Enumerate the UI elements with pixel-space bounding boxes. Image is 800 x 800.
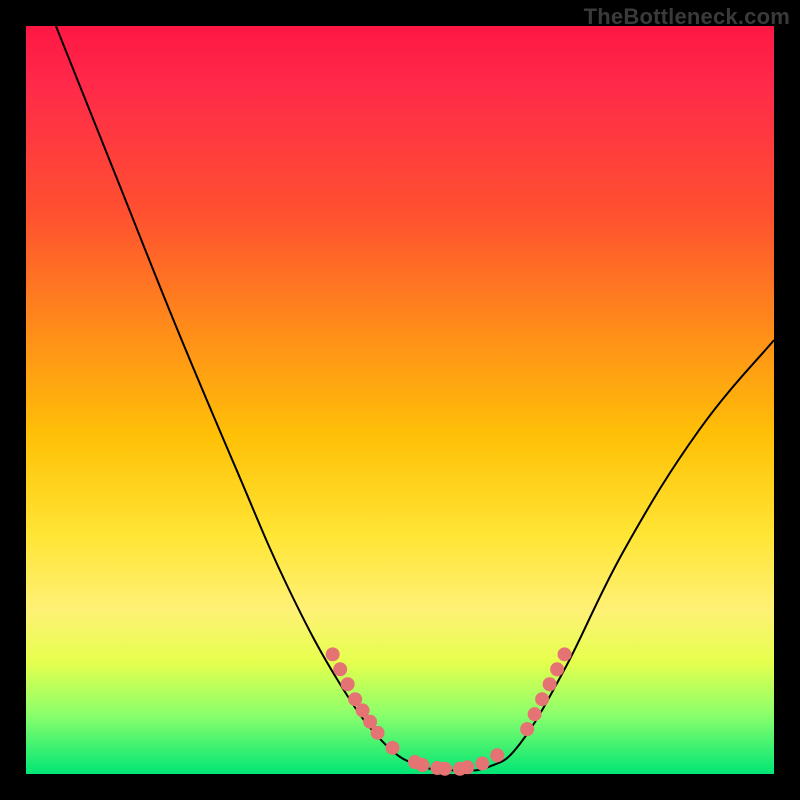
highlight-dot bbox=[528, 707, 542, 721]
chart-svg bbox=[26, 26, 774, 774]
highlight-dot bbox=[543, 677, 557, 691]
highlight-dots-group bbox=[326, 647, 572, 775]
highlight-dot bbox=[408, 755, 422, 769]
highlight-dot bbox=[438, 762, 452, 776]
highlight-dot bbox=[363, 715, 377, 729]
highlight-dot bbox=[333, 662, 347, 676]
bottleneck-curve bbox=[56, 26, 774, 770]
highlight-dot bbox=[415, 758, 429, 772]
highlight-dot bbox=[490, 748, 504, 762]
highlight-dot bbox=[520, 722, 534, 736]
highlight-dot bbox=[430, 761, 444, 775]
highlight-dot bbox=[475, 757, 489, 771]
highlight-dot bbox=[460, 760, 474, 774]
highlight-dot bbox=[558, 647, 572, 661]
chart-frame: TheBottleneck.com bbox=[0, 0, 800, 800]
highlight-dot bbox=[535, 692, 549, 706]
highlight-dot bbox=[341, 677, 355, 691]
highlight-dot bbox=[371, 726, 385, 740]
highlight-dot bbox=[550, 662, 564, 676]
highlight-dot bbox=[386, 741, 400, 755]
highlight-dot bbox=[453, 762, 467, 776]
chart-plot-area bbox=[26, 26, 774, 774]
highlight-dot bbox=[348, 692, 362, 706]
highlight-dot bbox=[326, 647, 340, 661]
highlight-dot bbox=[356, 703, 370, 717]
